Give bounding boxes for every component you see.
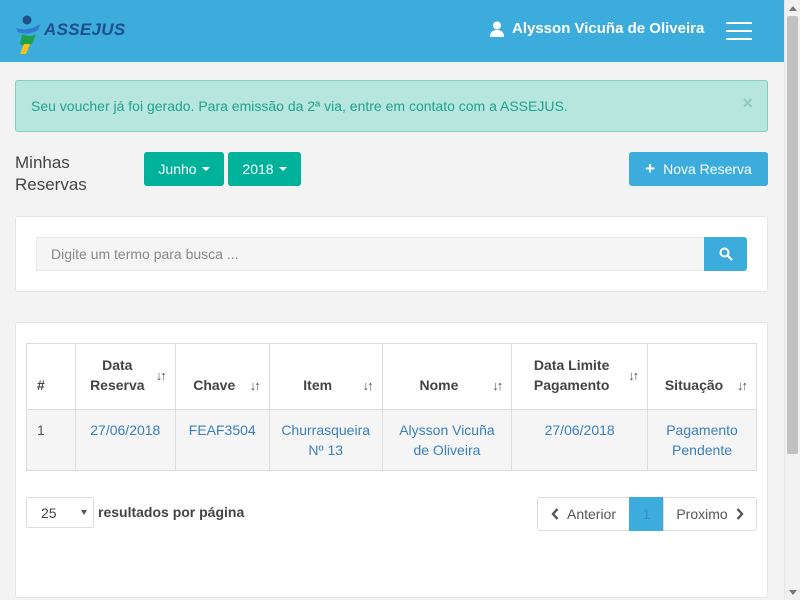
per-page-label: resultados por página [98,504,245,520]
logo-figure-icon [14,14,42,54]
sort-icon[interactable]: ↓↑ [156,368,167,383]
previous-page-button[interactable]: Anterior [537,497,630,531]
column-header-label: # [37,377,45,393]
user-icon [490,21,504,37]
page-size-select[interactable]: 25 [26,497,94,528]
next-page-button[interactable]: Proximo [663,497,757,531]
cell-data-reserva[interactable]: 27/06/2018 [74,409,176,471]
chevron-left-icon [551,508,559,520]
chevron-down-icon [81,510,87,515]
previous-label: Anterior [566,506,617,522]
column-header-situacao[interactable]: Situação ↓↑ [647,343,757,410]
reservations-table: # Data Reserva ↓↑ Chave ↓↑ Item ↓↑ Nome … [26,343,757,471]
month-filter-label: Junho [158,161,197,177]
cell-item-line2: Nº 13 [308,442,344,458]
scrollbar-thumb[interactable] [787,16,798,454]
caret-down-icon [201,167,210,171]
new-reservation-button[interactable]: + Nova Reserva [629,152,768,186]
sort-icon[interactable]: ↓↑ [250,378,261,393]
voucher-alert: Seu voucher já foi gerado. Para emissão … [15,80,768,132]
sort-icon[interactable]: ↓↑ [737,378,748,393]
hamburger-menu-icon[interactable] [726,22,752,40]
search-icon [719,247,733,261]
cell-item[interactable]: Churrasqueira Nº 13 [268,409,383,471]
caret-down-icon [278,167,287,171]
column-header-data-reserva[interactable]: Data Reserva ↓↑ [74,343,176,410]
page-title: Minhas Reservas [15,152,87,196]
year-filter-dropdown[interactable]: 2018 [228,152,301,186]
month-filter-dropdown[interactable]: Junho [144,152,224,186]
user-name: Alysson Vicuña de Oliveira [512,20,705,37]
cell-chave[interactable]: FEAF3504 [174,409,270,471]
top-navbar: ASSEJUS Alysson Vicuña de Oliveira [0,0,784,62]
column-header-label: Reserva [90,377,145,393]
assejus-logo[interactable]: ASSEJUS [14,14,125,54]
logo-text: ASSEJUS [44,20,126,39]
page-scrollbar[interactable] [784,0,800,600]
cell-item-line1: Churrasqueira [281,422,371,438]
sort-icon[interactable]: ↓↑ [363,378,374,393]
sort-icon[interactable]: ↓↑ [492,378,503,393]
alert-message: Seu voucher já foi gerado. Para emissão … [31,98,568,114]
cell-situacao-line2: Pendente [672,442,732,458]
search-input[interactable] [36,237,704,271]
column-header-label: Pagamento [533,377,610,393]
page-title-line2: Reservas [15,175,87,194]
cell-situacao-line1: Pagamento [666,422,738,438]
pagination: Anterior 1 Proximo [537,497,757,531]
cell-nome-line1: Alysson Vicuña [399,422,495,438]
column-header-label: Chave [193,377,236,393]
user-menu[interactable]: Alysson Vicuña de Oliveira [490,20,704,37]
cell-nome-line2: de Oliveira [413,442,481,458]
sort-icon[interactable]: ↓↑ [628,368,639,383]
page-title-line1: Minhas [15,153,70,172]
next-label: Proximo [676,506,728,522]
close-icon[interactable]: × [742,94,753,112]
page-size-value: 25 [41,504,57,521]
column-header-label: Item [303,377,333,393]
column-header-label: Data Limite [533,357,610,373]
scroll-down-icon[interactable] [785,584,800,600]
table-header-row: # Data Reserva ↓↑ Chave ↓↑ Item ↓↑ Nome … [26,343,757,410]
column-header-label: Data [102,357,133,373]
table-row[interactable]: 1 27/06/2018 FEAF3504 Churrasqueira Nº 1… [26,409,757,471]
column-header-nome[interactable]: Nome ↓↑ [381,343,513,410]
column-header-chave[interactable]: Chave ↓↑ [174,343,270,410]
column-header-data-limite[interactable]: Data Limite Pagamento ↓↑ [511,343,649,410]
column-header-label: Nome [419,377,459,393]
chevron-right-icon [736,508,744,520]
cell-nome[interactable]: Alysson Vicuña de Oliveira [381,409,513,471]
cell-data-limite[interactable]: 27/06/2018 [511,409,649,471]
page-number-button[interactable]: 1 [629,497,664,531]
cell-situacao[interactable]: Pagamento Pendente [647,409,757,471]
column-header-number[interactable]: # [26,343,76,410]
year-filter-label: 2018 [242,161,274,177]
scroll-up-icon[interactable] [785,0,800,16]
new-reservation-label: Nova Reserva [663,161,752,177]
cell-number: 1 [26,409,76,471]
column-header-item[interactable]: Item ↓↑ [268,343,383,410]
plus-icon: + [645,159,656,178]
column-header-label: Situação [664,377,724,393]
search-button[interactable] [704,237,747,271]
